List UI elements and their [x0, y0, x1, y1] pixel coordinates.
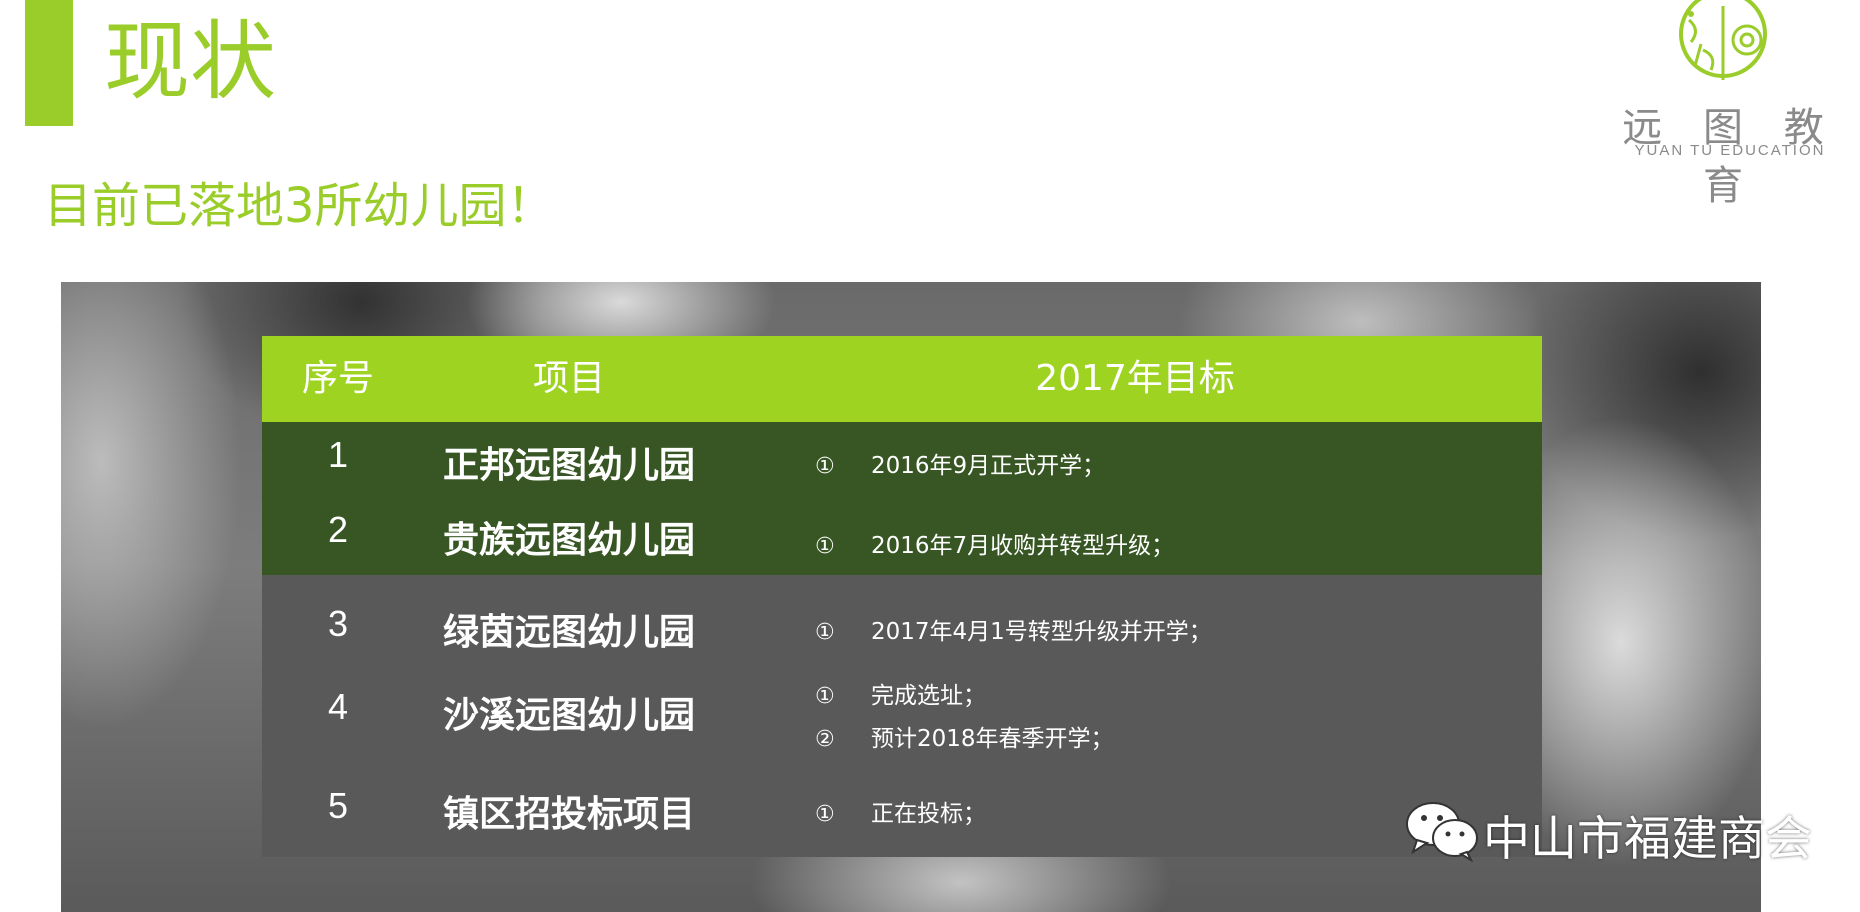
goal-marker: ① — [815, 802, 835, 827]
row-number: 5 — [327, 785, 349, 826]
table-row: 4 沙溪远图幼儿园 ① 完成选址； ② 预计2018年春季开学； — [262, 674, 1542, 773]
row-project: 贵族远图幼儿园 — [442, 520, 695, 561]
wechat-icon — [1406, 802, 1478, 862]
row-number: 2 — [327, 509, 349, 550]
page-title: 现状 — [104, 12, 276, 112]
row-project: 正邦远图幼儿园 — [442, 445, 695, 486]
goal-marker: ② — [815, 727, 835, 752]
row-project: 镇区招投标项目 — [442, 794, 695, 835]
row-number: 1 — [327, 434, 349, 475]
table-row: 2 贵族远图幼儿园 ① 2016年7月收购并转型升级； — [262, 498, 1542, 575]
row-goal: ① 2017年4月1号转型升级并开学； — [815, 612, 1212, 646]
goal-marker: ① — [815, 534, 835, 559]
row-goal: ② 预计2018年春季开学； — [815, 719, 1114, 753]
column-header-goal: 2017年目标 — [1035, 358, 1235, 399]
row-project: 绿茵远图幼儿园 — [442, 612, 695, 653]
row-goal: ① 2016年9月正式开学； — [815, 446, 1105, 480]
goal-text: 完成选址； — [871, 683, 986, 709]
goal-marker: ① — [815, 620, 835, 645]
column-header-project: 项目 — [532, 358, 605, 399]
goal-text: 正在投标； — [871, 801, 986, 827]
page-subtitle: 目前已落地3所幼儿园！ — [44, 178, 555, 234]
goal-text: 2016年9月正式开学； — [871, 453, 1106, 479]
goal-text: 2017年4月1号转型升级并开学； — [871, 619, 1212, 645]
goal-text: 2016年7月收购并转型升级； — [871, 533, 1175, 559]
logo: 远 图 教 育 YUAN TU EDUCATION — [1605, 0, 1855, 209]
table-row: 1 正邦远图幼儿园 ① 2016年9月正式开学； — [262, 422, 1542, 498]
goal-marker: ① — [815, 454, 835, 479]
row-number: 3 — [327, 603, 349, 644]
table-header: 序号 项目 2017年目标 — [262, 336, 1542, 422]
goal-marker: ① — [815, 684, 835, 709]
watermark-text: 中山市福建商会 — [1483, 812, 1812, 867]
goal-text: 预计2018年春季开学； — [871, 726, 1114, 752]
kindergarten-table: 序号 项目 2017年目标 1 正邦远图幼儿园 ① 2016年9月正式开学； 2 … — [262, 336, 1542, 857]
title-accent-bar — [25, 0, 73, 126]
table-row: 3 绿茵远图幼儿园 ① 2017年4月1号转型升级并开学； — [262, 575, 1542, 674]
row-goal: ① 2016年7月收购并转型升级； — [815, 526, 1174, 560]
table-row: 5 镇区招投标项目 ① 正在投标； — [262, 773, 1542, 857]
row-goal: ① 正在投标； — [815, 794, 986, 828]
logo-mark-icon — [1679, 0, 1767, 80]
row-project: 沙溪远图幼儿园 — [442, 695, 695, 736]
column-header-number: 序号 — [301, 358, 374, 399]
logo-english-name: YUAN TU EDUCATION — [1634, 142, 1826, 159]
row-goal: ① 完成选址； — [815, 676, 986, 710]
row-number: 4 — [327, 686, 349, 727]
